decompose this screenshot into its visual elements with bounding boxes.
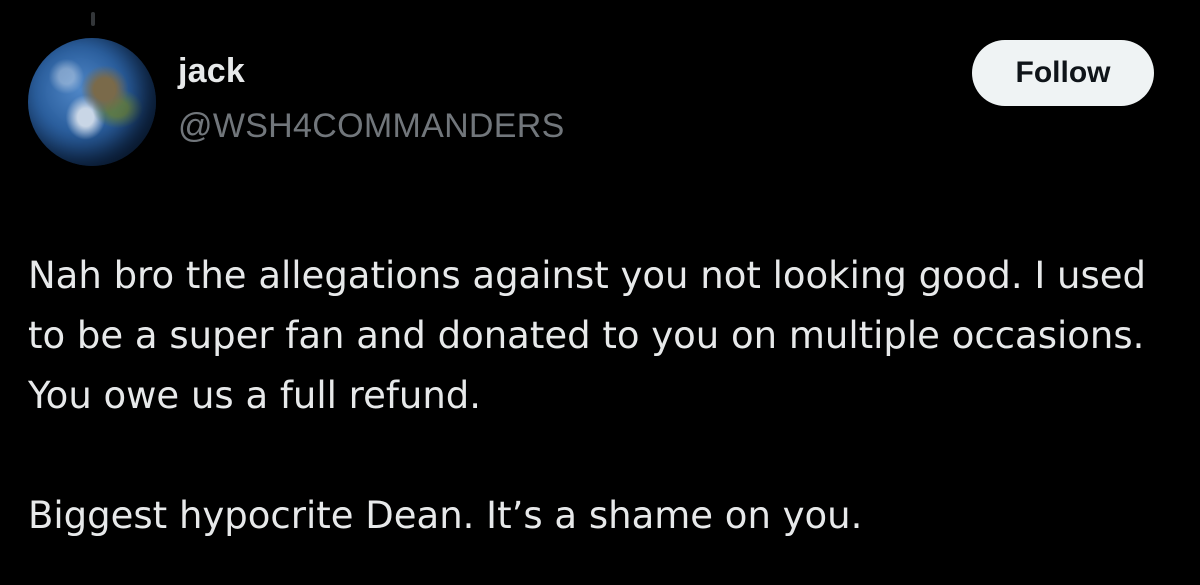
display-name[interactable]: jack — [178, 52, 245, 91]
user-handle[interactable]: @WSH4COMMANDERS — [178, 107, 565, 146]
avatar[interactable] — [28, 38, 156, 166]
tweet-paragraph: Biggest hypocrite Dean. It’s a shame on … — [28, 494, 863, 537]
thread-connector-line — [91, 12, 95, 26]
tweet-card: jack @WSH4COMMANDERS Follow Nah bro the … — [0, 0, 1200, 585]
tweet-text: Nah bro the allegations against you not … — [28, 246, 1178, 546]
tweet-paragraph: Nah bro the allegations against you not … — [28, 254, 1146, 417]
follow-button[interactable]: Follow — [972, 40, 1154, 106]
